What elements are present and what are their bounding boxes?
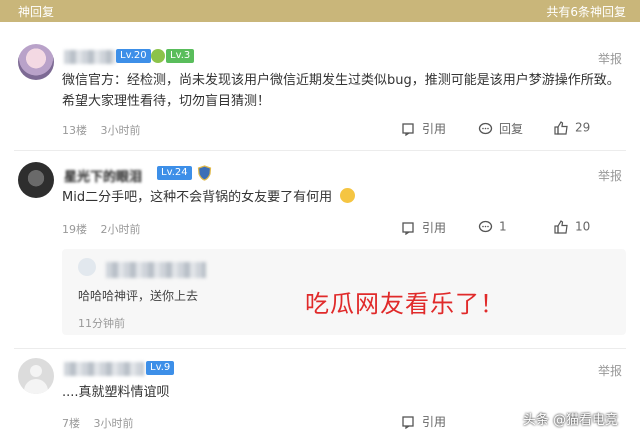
fan-level-badge: Lv.3: [166, 49, 195, 63]
quote-button[interactable]: 引用: [402, 413, 446, 429]
reply-count[interactable]: 共有6条神回复: [546, 3, 626, 20]
comment-icon: [478, 122, 493, 134]
timestamp: 11分钟前: [78, 317, 125, 330]
watermark: 头条 @猫看电竞: [522, 413, 618, 428]
avatar[interactable]: [18, 358, 54, 394]
shield-badge-icon: [197, 165, 212, 181]
username[interactable]: [106, 259, 206, 278]
comment-icon: [478, 220, 493, 232]
section-title: 神回复: [18, 5, 55, 19]
thumbs-up-icon: [554, 120, 568, 135]
avatar[interactable]: [78, 258, 96, 276]
comment-actions: 引用 1 10: [402, 219, 622, 235]
username[interactable]: 星光下的眼泪: [64, 166, 142, 185]
comment-meta: 19楼 2小时前: [62, 221, 151, 237]
floor-number: 13楼: [62, 124, 87, 137]
comment-text: ....真就塑料情谊呗: [62, 385, 170, 400]
level-badge: Lv.9: [146, 361, 175, 375]
divider: [14, 150, 626, 151]
quote-icon: [402, 122, 414, 136]
sub-reply-text: 哈哈哈神评，送你上去: [78, 289, 199, 303]
overlay-caption: 吃瓜网友看乐了！: [305, 290, 505, 318]
like-button[interactable]: 29: [554, 120, 590, 136]
emoji-icon: [340, 188, 356, 203]
avatar[interactable]: [18, 44, 54, 80]
quote-button[interactable]: 引用: [402, 219, 446, 235]
divider: [14, 348, 626, 349]
comment-text: 微信官方：经检测，尚未发现该用户微信近期发生过类似bug，推测可能是该用户梦游操…: [62, 73, 620, 109]
avatar[interactable]: [18, 162, 54, 198]
comment-meta: 13楼 3小时前: [62, 122, 151, 138]
quote-button[interactable]: 引用: [402, 120, 446, 136]
reply-button[interactable]: 1: [478, 219, 507, 235]
quote-icon: [402, 221, 414, 235]
comment-meta: 7楼 3小时前: [62, 415, 144, 431]
timestamp: 3小时前: [100, 124, 141, 137]
floor-number: 7楼: [62, 417, 80, 430]
like-button[interactable]: 10: [554, 219, 590, 235]
quote-icon: [402, 415, 414, 429]
thumbs-up-icon: [554, 219, 568, 234]
timestamp: 3小时前: [93, 417, 134, 430]
floor-number: 19楼: [62, 223, 87, 236]
timestamp: 2小时前: [100, 223, 141, 236]
report-link[interactable]: 举报: [598, 50, 622, 67]
username[interactable]: [64, 361, 144, 376]
medal-icon: [151, 49, 165, 63]
comment-text: Mid二分手吧，这种不会背锅的女友要了有何用: [62, 187, 622, 208]
username[interactable]: [64, 49, 116, 64]
comment-actions: 引用 回复 29: [402, 120, 622, 136]
report-link[interactable]: 举报: [598, 167, 622, 184]
section-header: 神回复 共有6条神回复: [0, 0, 640, 22]
reply-button[interactable]: 回复: [478, 120, 523, 136]
report-link[interactable]: 举报: [598, 362, 622, 379]
level-badge: Lv.24: [157, 166, 192, 180]
level-badge: Lv.20: [116, 49, 151, 63]
